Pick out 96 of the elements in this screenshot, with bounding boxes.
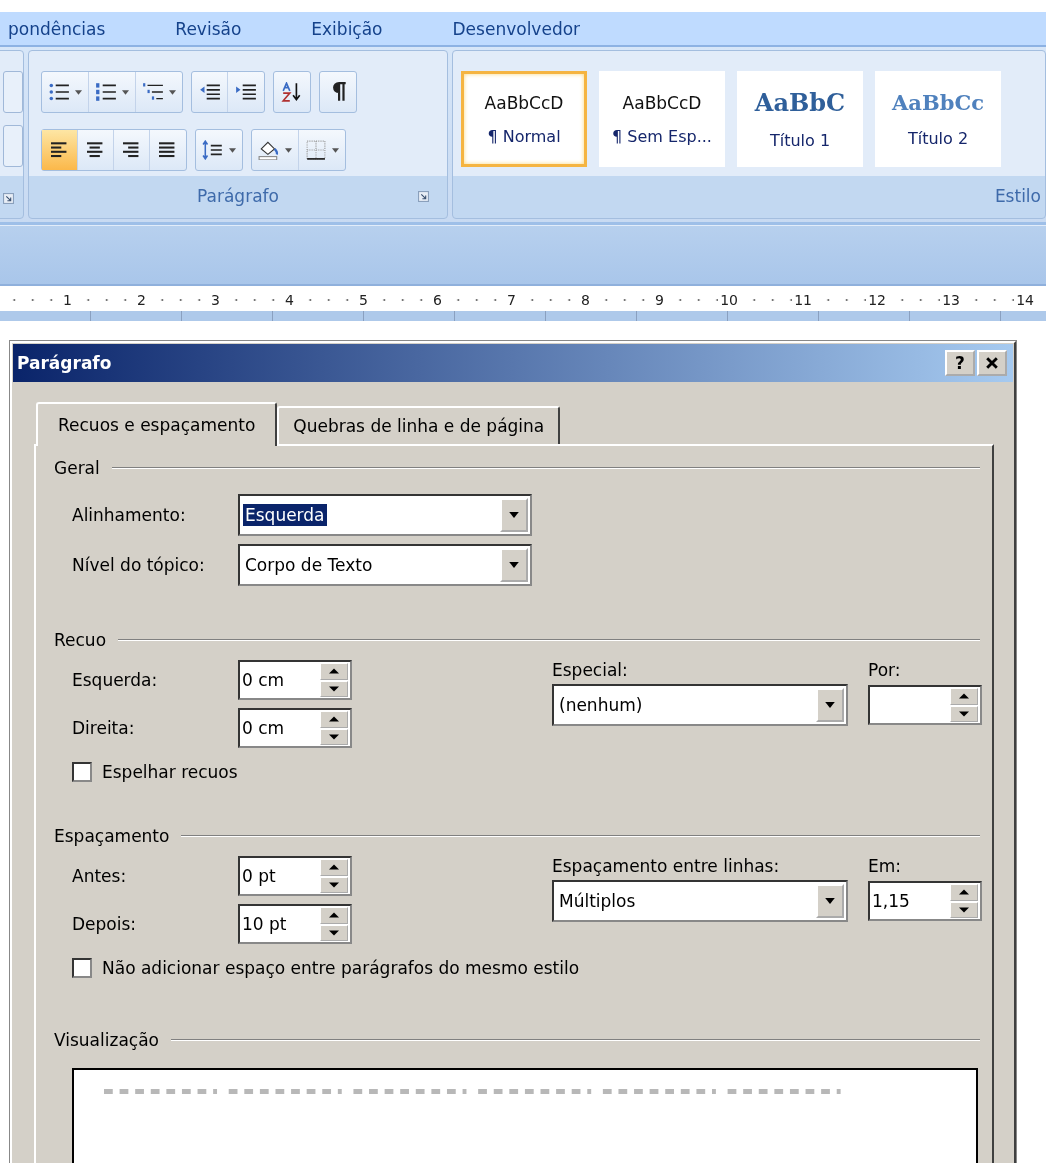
dialog-tab[interactable]: Quebras de linha e de página [277, 406, 561, 444]
checkbox[interactable] [72, 958, 92, 978]
ribbon-tab[interactable]: Desenvolvedor [442, 18, 581, 39]
field-label: Direita: [72, 718, 136, 738]
ruler-number: 5 [357, 292, 370, 308]
caret-icon [285, 147, 292, 153]
dialog-tab[interactable]: Recuos e espaçamento [36, 402, 278, 446]
align-icon [159, 141, 177, 159]
dropdown[interactable]: (nenhum) [552, 684, 848, 726]
field-label: Por: [868, 660, 902, 680]
ruler-number: 6 [431, 292, 444, 308]
ruler-number: 1 [61, 292, 74, 308]
multilevel-list-icon [142, 82, 164, 102]
style-preview: AaBbCc [892, 90, 984, 115]
style-gallery-item[interactable]: AaBbC Título 1 [737, 71, 863, 167]
align-icon [50, 141, 69, 159]
ruler-number: 4 [283, 292, 296, 308]
sort-icon [281, 82, 303, 102]
spin-buttons-icon [320, 711, 348, 745]
ruler-number: 14 [1014, 292, 1036, 308]
group-label: Parágrafo [197, 186, 279, 206]
ruler-number: 10 [718, 292, 740, 308]
dialog-launcher-icon[interactable] [418, 190, 429, 202]
align-icon [122, 141, 141, 159]
spin-buttons-icon [320, 859, 348, 893]
spin-field[interactable] [868, 685, 982, 725]
spin-field[interactable]: 0 cm [238, 708, 352, 748]
style-name: Título 1 [769, 131, 831, 150]
style-preview: AaBbCcD [622, 92, 702, 113]
indent-icon [235, 82, 257, 102]
numbered-list-icon [95, 82, 117, 102]
caret-icon [75, 89, 82, 95]
close-icon [986, 357, 998, 369]
section-heading: Recuo [54, 630, 107, 650]
ruler-number: 9 [653, 292, 666, 308]
caret-icon [332, 147, 339, 153]
spin-field[interactable]: 1,15 [868, 881, 982, 921]
checkbox-label: Não adicionar espaço entre parágrafos do mesmo estilo [102, 958, 580, 978]
ruler-number: 7 [505, 292, 518, 308]
ribbon-tab[interactable]: pondências [0, 18, 106, 39]
dropdown-value: Esquerda [243, 504, 327, 526]
style-name: ¶ Normal [487, 126, 561, 146]
section-heading: Espaçamento [54, 826, 170, 846]
dropdown-value: Corpo de Texto [244, 554, 374, 576]
dropdown[interactable]: Múltiplos [552, 880, 848, 922]
alignment-button[interactable] [42, 130, 78, 170]
ruler-number: 11 [792, 292, 814, 308]
dropdown[interactable]: Esquerda [238, 494, 532, 536]
checkbox-label: Espelhar recuos [102, 762, 238, 782]
bullet-list-icon [48, 82, 70, 102]
style-gallery-item[interactable]: AaBbCc Título 2 [875, 71, 1001, 167]
style-gallery-item[interactable]: AaBbCcD ¶ Normal [461, 71, 587, 167]
spin-buttons-icon [320, 663, 348, 697]
field-label: Esquerda: [72, 670, 159, 690]
field-label: Depois: [72, 914, 138, 934]
style-gallery-item[interactable]: AaBbCcD ¶ Sem Esp... [599, 71, 725, 167]
close-button[interactable] [977, 350, 1007, 376]
ruler-number: 3 [209, 292, 222, 308]
caret-icon [122, 89, 129, 95]
border-grid-icon [305, 140, 327, 160]
style-preview: AaBbC [754, 88, 846, 117]
dropdown[interactable]: Corpo de Texto [238, 544, 532, 586]
ruler-number: 2 [135, 292, 148, 308]
field-label: Especial: [552, 660, 629, 680]
ruler-number: 12 [866, 292, 888, 308]
field-label: Nível do tópico: [72, 555, 206, 575]
caret-icon [169, 89, 176, 95]
spin-field[interactable]: 10 pt [238, 904, 352, 944]
style-name: Título 2 [907, 129, 969, 148]
ruler-number: 8 [579, 292, 592, 308]
window-title: Parágrafo [17, 353, 112, 373]
field-label: Antes: [72, 866, 128, 886]
checkbox[interactable] [72, 762, 92, 782]
style-preview: AaBbCcD [484, 92, 564, 113]
spin-field[interactable]: 0 pt [238, 856, 352, 896]
align-icon [86, 141, 105, 159]
caret-icon [229, 147, 236, 153]
group-label: Estilo [994, 186, 1041, 206]
dialog-launcher-icon[interactable] [3, 193, 14, 204]
spin-buttons-icon [320, 907, 348, 941]
spin-buttons-icon [950, 688, 978, 722]
section-heading: Visualização [54, 1030, 159, 1050]
section-heading: Geral [54, 458, 100, 478]
paint-bucket-icon [258, 140, 280, 160]
style-name: ¶ Sem Esp... [612, 126, 712, 146]
field-label: Em: [868, 856, 903, 876]
field-label: Alinhamento: [72, 505, 187, 525]
help-button[interactable]: ? [945, 350, 975, 376]
ribbon-tab[interactable]: Exibição [301, 18, 383, 39]
field-label: Espaçamento entre linhas: [552, 856, 781, 876]
spin-buttons-icon [950, 884, 978, 918]
ribbon-tab[interactable]: Revisão [165, 18, 242, 39]
ruler-number: 13 [940, 292, 962, 308]
spin-field[interactable]: 0 cm [238, 660, 352, 700]
outdent-icon [198, 82, 221, 102]
line-spacing-icon [202, 140, 224, 160]
